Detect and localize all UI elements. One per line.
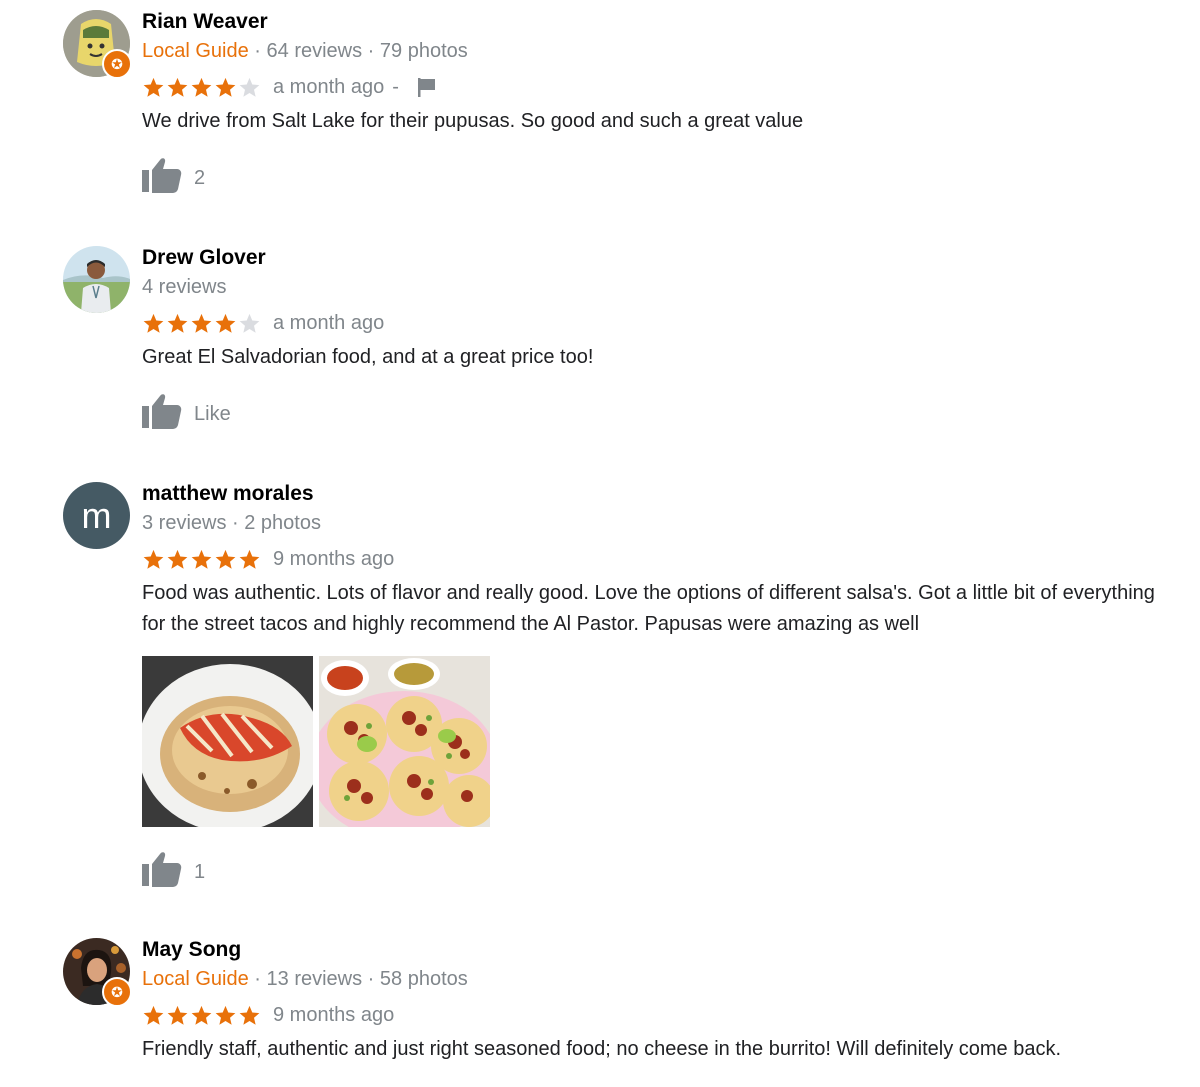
star-rating	[142, 76, 261, 99]
star-rating	[142, 312, 261, 335]
avatar[interactable]: ✪	[63, 10, 132, 79]
like-label: Like	[194, 402, 231, 425]
review-text: Food was authentic. Lots of flavor and r…	[142, 582, 1155, 635]
avatar-image	[63, 246, 130, 313]
local-guide-badge-icon: ✪	[102, 49, 132, 79]
flag-icon[interactable]	[417, 76, 437, 98]
review-photo[interactable]	[142, 656, 313, 827]
star-filled-icon	[190, 548, 213, 571]
rating-row: 9 months ago	[142, 546, 1170, 572]
avatar[interactable]: m	[63, 482, 130, 549]
reviewer-meta: Local Guide · 64 reviews · 79 photos	[142, 40, 468, 62]
like-button[interactable]: Like	[142, 391, 1170, 431]
star-filled-icon	[214, 1004, 237, 1027]
review-time: a month ago	[273, 75, 385, 98]
local-guide-label: Local Guide	[142, 40, 249, 62]
review-time: 9 months ago	[273, 547, 395, 570]
reviewer-name[interactable]: matthew morales	[142, 481, 1170, 507]
local-guide-label: Local Guide	[142, 968, 249, 990]
star-filled-icon	[166, 312, 189, 335]
review-photo[interactable]	[319, 656, 490, 827]
star-filled-icon	[166, 548, 189, 571]
star-filled-icon	[142, 76, 165, 99]
local-guide-badge-icon: ✪	[102, 977, 132, 1007]
star-filled-icon	[238, 1004, 261, 1027]
separator: -	[392, 75, 399, 98]
thumbs-up-icon	[142, 850, 182, 888]
star-rating	[142, 1004, 261, 1027]
review-text: We drive from Salt Lake for their pupusa…	[142, 110, 804, 132]
review-text: Great El Salvadorian food, and at a grea…	[142, 346, 594, 368]
reviewer-meta: Local Guide · 13 reviews · 58 photos	[142, 968, 468, 990]
review-text: Friendly staff, authentic and just right…	[142, 1038, 1062, 1060]
star-rating	[142, 548, 261, 571]
avatar[interactable]: ✪	[63, 938, 132, 1007]
star-filled-icon	[190, 1004, 213, 1027]
star-filled-icon	[238, 548, 261, 571]
star-filled-icon	[166, 1004, 189, 1027]
like-count: 1	[194, 860, 206, 883]
star-empty-icon	[238, 312, 261, 335]
like-button[interactable]: 1	[142, 849, 1170, 889]
star-filled-icon	[214, 548, 237, 571]
like-button[interactable]: 2	[142, 155, 1170, 195]
star-filled-icon	[190, 312, 213, 335]
star-filled-icon	[166, 76, 189, 99]
reviewer-meta: 4 reviews	[142, 276, 227, 298]
reviewer-name[interactable]: May Song	[142, 937, 1170, 963]
star-empty-icon	[238, 76, 261, 99]
rating-row: a month ago	[142, 310, 1170, 336]
thumbs-up-icon	[142, 156, 182, 194]
avatar-letter: m	[63, 482, 130, 549]
star-filled-icon	[190, 76, 213, 99]
star-filled-icon	[214, 312, 237, 335]
thumbs-up-icon	[142, 392, 182, 430]
reviewer-name[interactable]: Rian Weaver	[142, 9, 1170, 35]
star-filled-icon	[142, 548, 165, 571]
review-time: a month ago	[273, 311, 385, 334]
rating-row: 9 months ago	[142, 1002, 1170, 1028]
star-filled-icon	[214, 76, 237, 99]
like-count: 2	[194, 166, 206, 189]
avatar[interactable]	[63, 246, 130, 313]
review-photos	[142, 656, 1170, 827]
review-time: 9 months ago	[273, 1003, 395, 1026]
reviewer-name[interactable]: Drew Glover	[142, 245, 1170, 271]
reviewer-meta: 3 reviews · 2 photos	[142, 512, 321, 534]
star-filled-icon	[142, 312, 165, 335]
star-filled-icon	[142, 1004, 165, 1027]
rating-row: a month ago -	[142, 74, 1170, 100]
